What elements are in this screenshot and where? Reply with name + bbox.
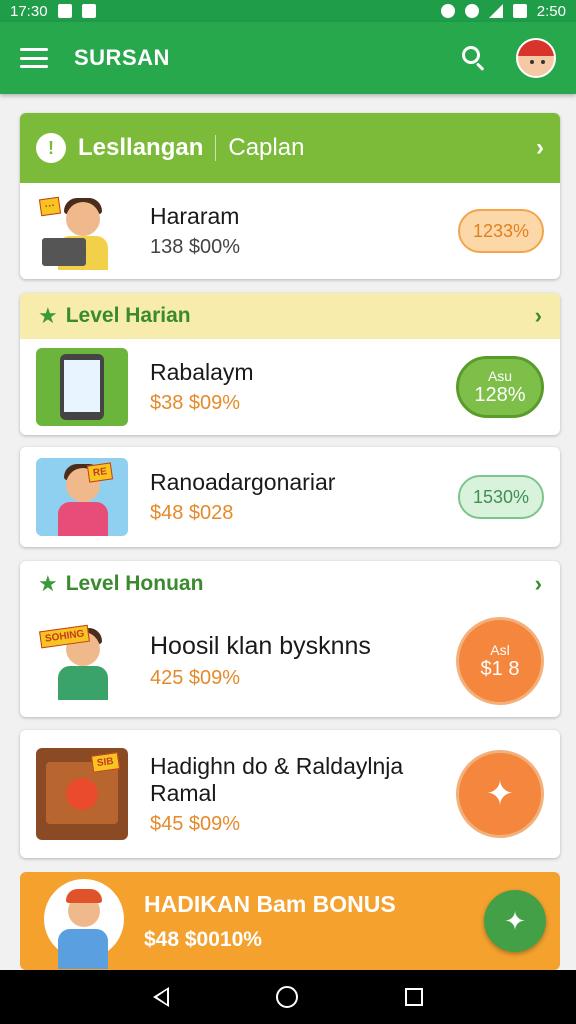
item-name-line2: Ramal <box>150 779 217 806</box>
section-card-harian: ★ Level Harian › Rabalaym $38 $09% Asu 1… <box>20 293 560 435</box>
status-time-right: 2:50 <box>536 2 566 20</box>
avatar[interactable] <box>516 38 556 78</box>
item-price: $38 $09% <box>150 392 241 414</box>
featured-banner[interactable]: ! Lesllangan Caplan › <box>20 113 560 183</box>
section-title: Level Harian <box>65 304 191 327</box>
item-thumb-tag: RE <box>86 462 113 483</box>
bolt-icon: ! <box>36 133 66 163</box>
item-price: 138 $00% <box>150 236 241 258</box>
item-thumbnail: SOHING <box>36 622 128 700</box>
chevron-right-icon: › <box>536 134 544 161</box>
bonus-title: HADIKAN Bam BONUS <box>144 890 396 917</box>
item-thumbnail: ··· <box>36 192 128 270</box>
badge-label: Asl <box>490 641 510 658</box>
section-header[interactable]: ★ Level Honuan › <box>20 561 560 607</box>
system-nav-bar <box>0 970 576 1024</box>
list-card[interactable]: SIB Hadighn do & Raldaylnja Ramal $45 $0… <box>20 730 560 858</box>
item-thumbnail: RE <box>36 458 128 536</box>
app-bar: SURSAN <box>0 22 576 94</box>
speech-bubble-icon: ··· <box>38 196 62 217</box>
status-bar: 17:30 2:50 <box>0 0 576 22</box>
item-name: Rabalaym <box>150 359 254 385</box>
star-badge-button[interactable]: ✦ <box>456 750 544 838</box>
signal-icon <box>488 4 503 18</box>
section-card-honuan: ★ Level Honuan › SOHING Hoosil klan bysk… <box>20 561 560 717</box>
star-icon: ★ <box>38 303 58 328</box>
star-icon: ★ <box>38 571 58 596</box>
status-time-left: 17:30 <box>10 2 48 20</box>
search-icon[interactable] <box>460 44 488 72</box>
back-icon[interactable] <box>153 987 170 1007</box>
list-item[interactable]: RE Ranoadargonariar $48 $028 1530% <box>20 447 560 547</box>
banner-title: Lesllangan <box>78 134 204 161</box>
banner-divider <box>215 135 217 161</box>
banner-subtitle: Caplan <box>228 134 305 161</box>
bonus-price: $48 $0010% <box>144 927 262 951</box>
item-name: Hararam <box>150 203 240 229</box>
list-item[interactable]: SIB Hadighn do & Raldaylnja Ramal $45 $0… <box>20 730 560 858</box>
featured-card: ! Lesllangan Caplan › ··· Hararam 138 $0… <box>20 113 560 279</box>
bluetooth-icon <box>440 4 455 18</box>
item-name: Hoosil klan bysknns <box>150 632 371 660</box>
list-item[interactable]: Rabalaym $38 $09% Asu 128% <box>20 339 560 435</box>
home-icon[interactable] <box>275 986 298 1008</box>
list-card[interactable]: RE Ranoadargonariar $48 $028 1530% <box>20 447 560 547</box>
battery-icon <box>512 4 527 18</box>
chevron-right-icon: › <box>534 303 542 328</box>
game-controller-icon[interactable]: ✦ <box>484 890 546 952</box>
notification-icon <box>57 4 72 18</box>
menu-icon[interactable] <box>20 48 48 68</box>
badge-value: $1 8 <box>480 657 520 680</box>
star-icon: ✦ <box>485 775 515 813</box>
item-price: $48 $028 <box>150 502 234 524</box>
list-item[interactable]: SOHING Hoosil klan bysknns 425 $09% Asl … <box>20 607 560 715</box>
app-title: SURSAN <box>74 45 170 70</box>
item-price: 425 $09% <box>150 667 241 689</box>
badge-label: Asu <box>487 367 513 384</box>
item-badge[interactable]: 1233% <box>458 209 544 253</box>
chevron-right-icon: › <box>534 571 542 596</box>
item-name-line1: Hadighn do & Raldaylnja <box>150 752 404 779</box>
game-board-icon: SIB <box>36 748 128 840</box>
item-badge[interactable]: Asl $1 8 <box>456 617 544 705</box>
recent-apps-icon[interactable] <box>404 988 423 1006</box>
wifi-icon <box>464 4 479 18</box>
bonus-thumbnail <box>34 873 130 969</box>
badge-value: 128% <box>474 383 526 406</box>
section-title: Level Honuan <box>65 572 204 595</box>
item-badge[interactable]: 1530% <box>458 475 544 519</box>
item-name: Ranoadargonariar <box>150 469 336 495</box>
list-item[interactable]: ··· Hararam 138 $00% 1233% <box>20 183 560 279</box>
phone-icon <box>36 348 128 426</box>
image-notification-icon <box>81 4 96 18</box>
bonus-card[interactable]: HADIKAN Bam BONUS $48 $0010% ✦ <box>20 872 560 970</box>
section-header[interactable]: ★ Level Harian › <box>20 293 560 339</box>
item-badge[interactable]: Asu 128% <box>456 356 544 418</box>
item-price: $45 $09% <box>150 812 241 835</box>
